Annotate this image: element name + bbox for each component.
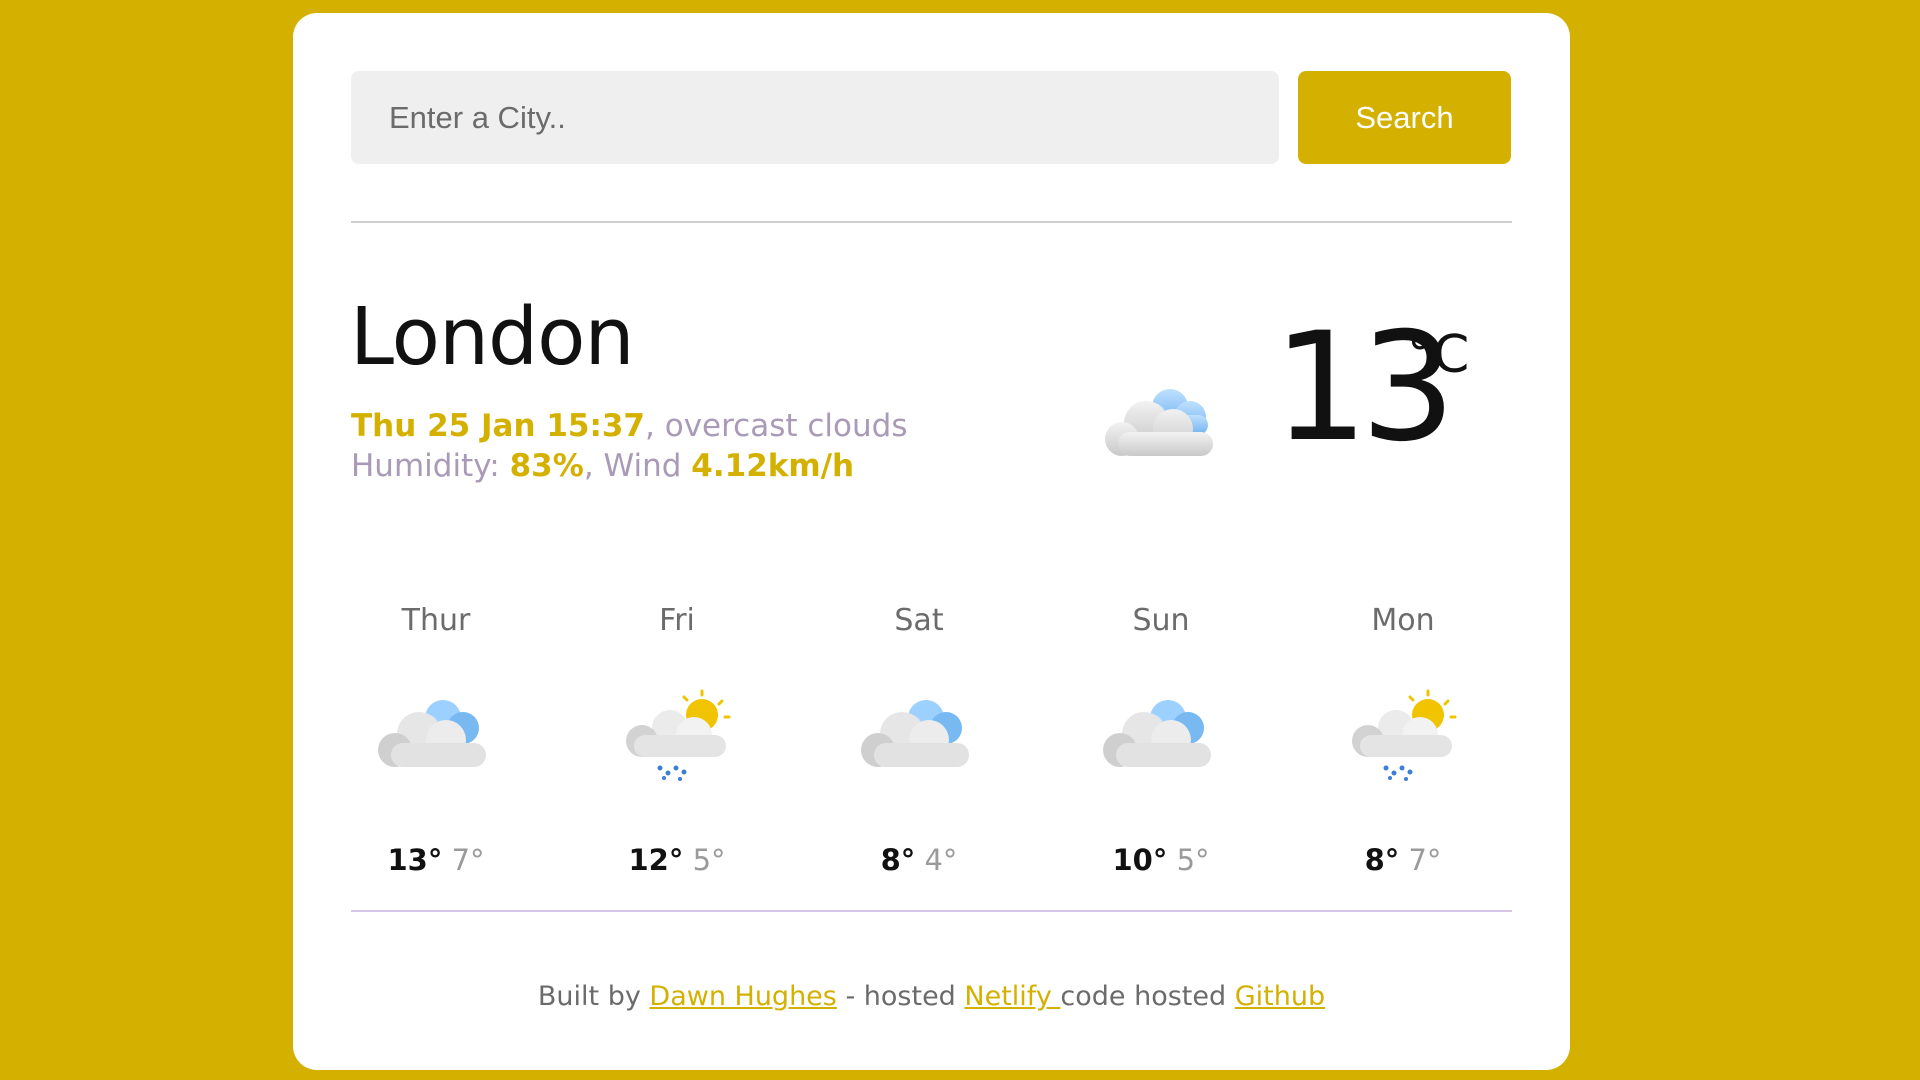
wind-value: 4.12km/h bbox=[691, 448, 855, 484]
forecast-min: 7° bbox=[451, 843, 485, 877]
city-name: London bbox=[350, 291, 635, 383]
weather-description: , overcast clouds bbox=[645, 408, 908, 444]
forecast-day: Sat 8° 4° bbox=[834, 593, 1004, 903]
forecast-day-name: Fri bbox=[659, 603, 695, 638]
forecast-day: Sun 10° 5° bbox=[1076, 593, 1246, 903]
forecast-min: 4° bbox=[924, 843, 958, 877]
overcast-clouds-icon bbox=[1105, 389, 1213, 456]
forecast-day: Thur 13° 7° bbox=[351, 593, 521, 903]
sun-cloud-rain-icon bbox=[626, 689, 731, 781]
overcast-clouds-icon bbox=[861, 700, 969, 767]
forecast-day-name: Mon bbox=[1371, 603, 1435, 638]
forecast-min: 7° bbox=[1408, 843, 1442, 877]
author-link[interactable]: Dawn Hughes bbox=[649, 981, 836, 1012]
forecast-max: 8° bbox=[1364, 843, 1400, 877]
footer-code-text: code hosted bbox=[1060, 981, 1235, 1012]
forecast-day-name: Sun bbox=[1132, 603, 1190, 638]
forecast-temps: 12° 5° bbox=[592, 843, 762, 877]
footer-built-by: Built by bbox=[537, 981, 650, 1012]
forecast-min: 5° bbox=[1176, 843, 1210, 877]
forecast-temps: 8° 4° bbox=[834, 843, 1004, 877]
forecast-day: Mon 8° 7° bbox=[1318, 593, 1488, 903]
humidity-label: Humidity: bbox=[351, 448, 510, 484]
overcast-clouds-icon bbox=[1103, 700, 1211, 767]
github-link[interactable]: Github bbox=[1235, 981, 1325, 1012]
overcast-clouds-icon bbox=[378, 700, 486, 767]
forecast-max: 13° bbox=[387, 843, 443, 877]
forecast-max: 12° bbox=[628, 843, 684, 877]
forecast-temps: 8° 7° bbox=[1318, 843, 1488, 877]
forecast-day-name: Sat bbox=[894, 603, 944, 638]
current-details: Thu 25 Jan 15:37, overcast clouds Humidi… bbox=[351, 406, 907, 486]
forecast-max: 10° bbox=[1112, 843, 1168, 877]
forecast-max: 8° bbox=[880, 843, 916, 877]
search-button[interactable]: Search bbox=[1298, 71, 1511, 164]
city-search-input[interactable] bbox=[351, 71, 1279, 164]
netlify-link[interactable]: Netlify bbox=[964, 981, 1060, 1012]
weather-card: Search London Thu 25 Jan 15:37, overcast… bbox=[293, 13, 1570, 1070]
forecast-row: Thur 13° 7° Fri 12° 5° Sat 8° 4° Sun 10°… bbox=[351, 593, 1561, 913]
humidity-wind-line: Humidity: 83%, Wind 4.12km/h bbox=[351, 446, 907, 486]
footer: Built by Dawn Hughes - hosted Netlify co… bbox=[293, 981, 1570, 1012]
bottom-divider bbox=[351, 910, 1512, 912]
forecast-day-name: Thur bbox=[401, 603, 471, 638]
footer-hosted-text: - hosted bbox=[836, 981, 965, 1012]
sun-cloud-rain-icon bbox=[1352, 689, 1457, 781]
forecast-temps: 13° 7° bbox=[351, 843, 521, 877]
search-form: Search bbox=[351, 71, 1511, 164]
forecast-min: 5° bbox=[692, 843, 726, 877]
temperature-unit: °C bbox=[1407, 325, 1470, 385]
top-divider bbox=[351, 221, 1512, 223]
humidity-value: 83% bbox=[509, 448, 584, 484]
date-time: Thu 25 Jan 15:37 bbox=[351, 408, 646, 444]
forecast-day: Fri 12° 5° bbox=[592, 593, 762, 903]
date-description-line: Thu 25 Jan 15:37, overcast clouds bbox=[351, 406, 907, 446]
wind-label: , Wind bbox=[583, 448, 692, 484]
forecast-temps: 10° 5° bbox=[1076, 843, 1246, 877]
